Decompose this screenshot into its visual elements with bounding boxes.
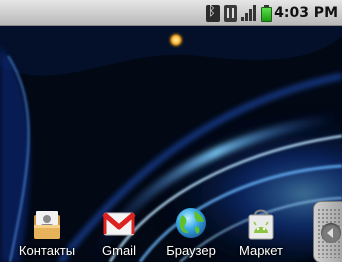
dock-item-contacts[interactable]: Контакты [16,205,78,258]
status-bar: 4:03 PM [0,0,342,26]
dock-item-browser[interactable]: Браузер [160,205,222,258]
market-icon [248,209,274,240]
gmail-icon [102,212,136,236]
bluetooth-icon [206,4,220,22]
dock-item-gmail[interactable]: Gmail [88,205,150,258]
app-drawer-handle[interactable] [313,201,342,262]
dock-label-contacts: Контакты [18,243,76,258]
dock-label-market: Маркет [238,243,284,258]
dock-label-browser: Браузер [166,243,216,258]
contacts-icon [34,211,60,239]
status-clock: 4:03 PM [274,5,338,21]
signal-strength-icon [241,4,257,22]
dock-label-gmail: Gmail [102,243,136,258]
network-3g-icon [224,4,237,22]
battery-icon [261,4,272,22]
status-icons [206,4,272,22]
home-screen: 4:03 PM Контакты Gmail [0,0,342,262]
chevron-left-icon [321,223,341,243]
dock-item-market[interactable]: Маркет [230,205,292,258]
browser-icon [176,208,206,238]
